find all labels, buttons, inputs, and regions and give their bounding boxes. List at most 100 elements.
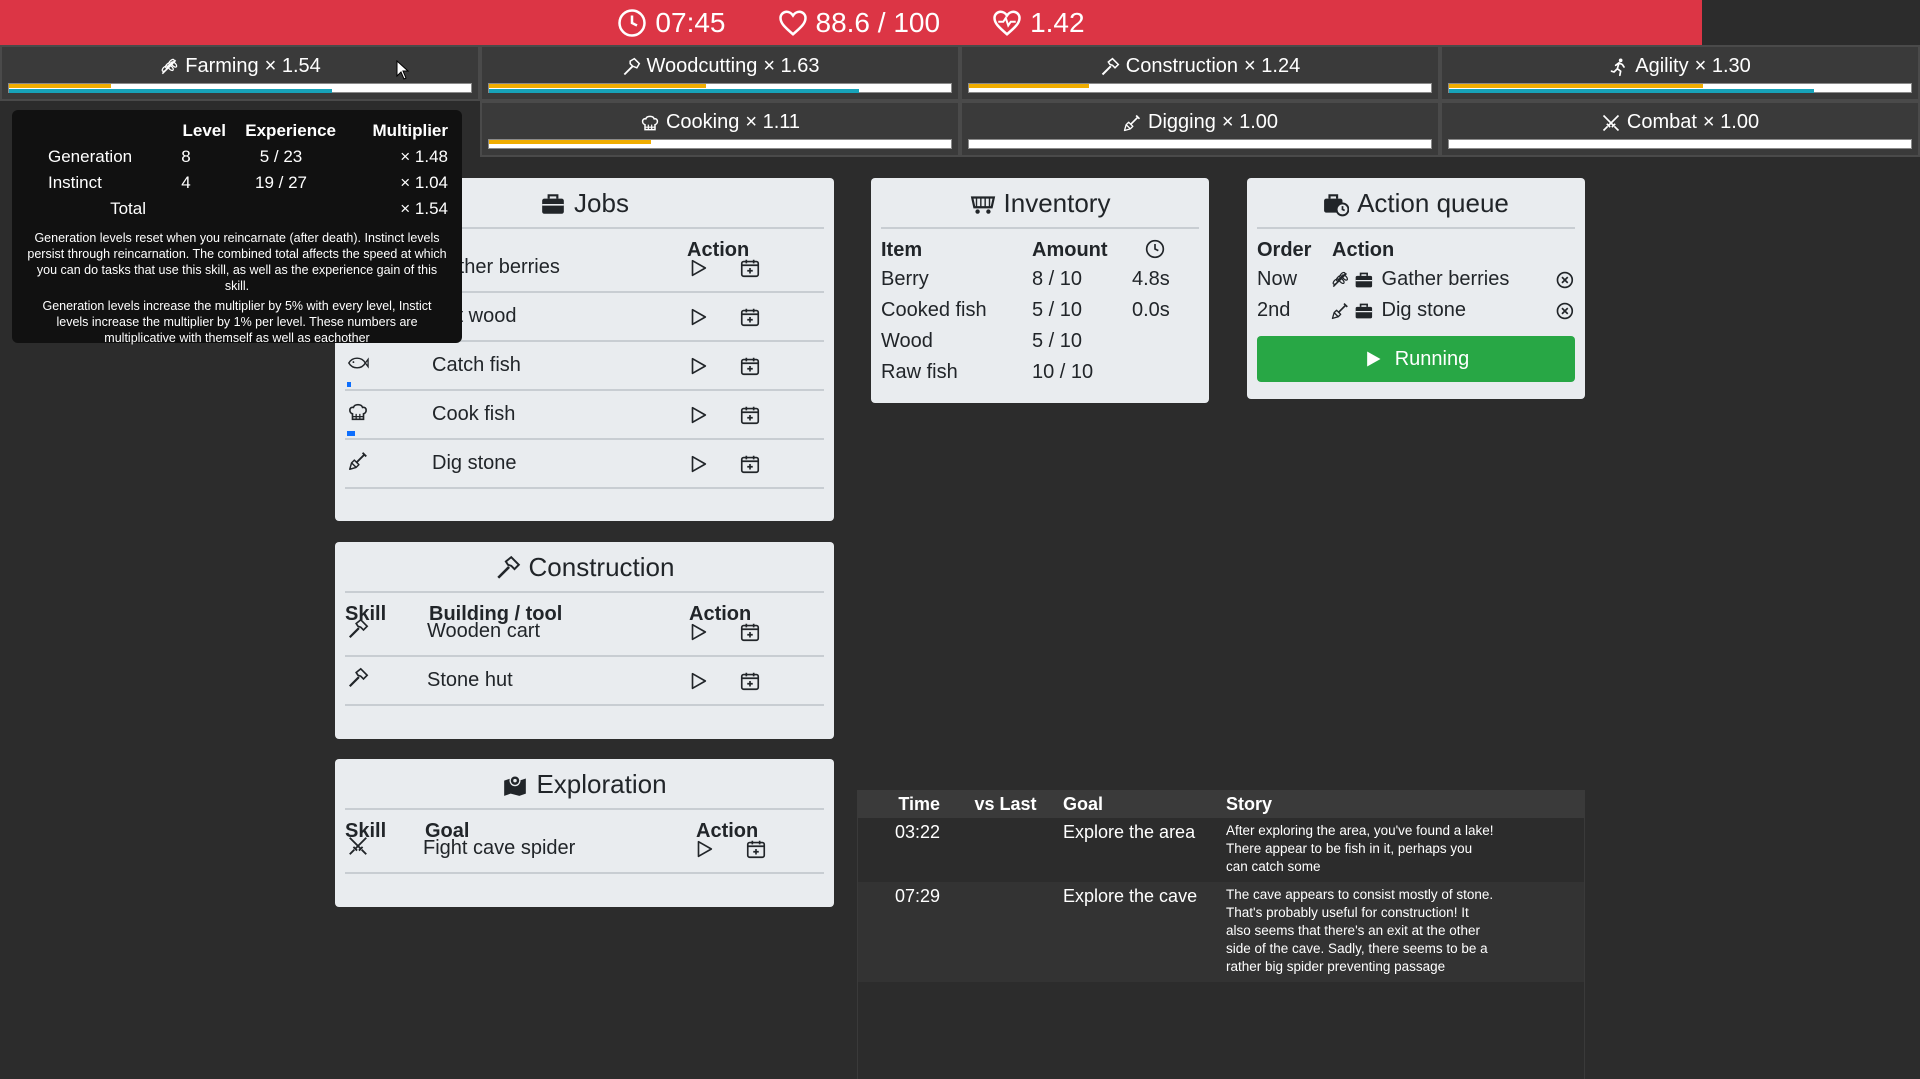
axe-icon [621, 57, 641, 77]
hammer-icon [495, 555, 521, 581]
briefcase-clock-icon [1323, 191, 1349, 217]
skill-progress [488, 83, 952, 93]
clock-icon [617, 8, 647, 38]
play-icon[interactable] [687, 621, 709, 643]
add-to-queue-icon[interactable] [739, 355, 761, 377]
story-text: The cave appears to consist mostly of st… [1226, 887, 1494, 974]
play-icon[interactable] [687, 306, 709, 328]
hammer-icon [347, 667, 369, 689]
job-progress-bar [347, 382, 351, 387]
play-icon[interactable] [687, 453, 709, 475]
clock-icon [1145, 239, 1165, 259]
skill-progress [8, 83, 472, 93]
add-to-queue-icon[interactable] [739, 670, 761, 692]
generation-progress-bar [489, 140, 651, 144]
skill-name: Woodcutting [646, 55, 758, 77]
inventory-row: Cooked fish 5 / 10 0.0s [881, 295, 1199, 326]
construction-title: Construction [345, 552, 824, 593]
tooltip-row-label: Total [110, 199, 146, 218]
play-icon[interactable] [687, 257, 709, 279]
time-stat: 07:45 [617, 7, 726, 39]
tooltip-header-level: Level [182, 121, 226, 140]
running-button[interactable]: Running [1257, 336, 1575, 382]
job-name: Catch fish [432, 354, 521, 376]
job-actions [687, 257, 761, 279]
skill-progress [1448, 83, 1912, 93]
play-icon[interactable] [693, 838, 715, 860]
skill-cooking[interactable]: Cooking × 1.11 [480, 101, 960, 157]
cart-icon [970, 191, 996, 217]
skill-combat[interactable]: Combat × 1.00 [1440, 101, 1920, 157]
inventory-row: Raw fish 10 / 10 [881, 357, 1199, 388]
inventory-panel: Inventory Item Amount Berry 8 / 10 4.8s C… [871, 178, 1209, 403]
add-to-queue-icon[interactable] [739, 257, 761, 279]
inventory-title: Inventory [881, 188, 1199, 229]
story-vs-last [960, 822, 1051, 882]
job-actions [687, 404, 761, 426]
remove-icon[interactable] [1555, 301, 1575, 321]
play-icon[interactable] [687, 355, 709, 377]
job-name: Dig stone [432, 452, 517, 474]
inventory-item: Berry [881, 268, 929, 290]
play-icon[interactable] [687, 670, 709, 692]
play-icon [1363, 349, 1383, 369]
add-to-queue-icon[interactable] [739, 453, 761, 475]
job-actions [687, 355, 761, 377]
exploration-panel: Exploration Skill Goal Action Fight cave… [335, 759, 834, 907]
tooltip-header-experience: Experience [245, 121, 336, 140]
job-name: Cook fish [432, 403, 516, 425]
skill-multiplier: × 1.54 [264, 55, 321, 77]
story-time: 03:22 [894, 822, 940, 842]
tooltip-row-level: 4 [181, 173, 191, 192]
skill-name: Digging [1148, 111, 1216, 133]
story-row: 07:29 Explore the cave The cave appears … [858, 882, 1584, 982]
skill-name: Construction [1125, 55, 1239, 77]
skill-woodcutting[interactable]: Woodcutting × 1.63 [480, 45, 960, 101]
tooltip-header-multiplier: Multiplier [372, 121, 448, 140]
tooltip-description-2: Generation levels increase the multiplie… [42, 299, 432, 345]
health-multiplier-stat: 1.42 [992, 7, 1085, 39]
mouse-cursor-icon [396, 60, 410, 80]
inventory-row: Berry 8 / 10 4.8s [881, 264, 1199, 295]
add-to-queue-icon[interactable] [739, 306, 761, 328]
add-to-queue-icon[interactable] [739, 621, 761, 643]
construction-row: Wooden cart [345, 608, 824, 657]
add-to-queue-icon[interactable] [745, 838, 767, 860]
inventory-amount: 5 / 10 [1032, 299, 1083, 321]
inventory-amount: 5 / 10 [1032, 330, 1083, 352]
remove-icon[interactable] [1555, 270, 1575, 290]
map-marker-icon [502, 772, 528, 798]
action-queue-panel: Action queue Order Action Now Gather ber… [1247, 178, 1585, 399]
heart-pulse-icon [992, 8, 1022, 38]
action-queue-title: Action queue [1257, 188, 1575, 229]
story-goal: Explore the area [1063, 822, 1196, 842]
tooltip-row-multiplier: × 1.48 [400, 147, 448, 166]
skill-progress [1448, 139, 1912, 149]
queue-action: Dig stone [1381, 299, 1467, 321]
construction-actions [687, 670, 761, 692]
skill-progress [968, 83, 1432, 93]
play-icon[interactable] [687, 404, 709, 426]
skill-digging[interactable]: Digging × 1.00 [960, 101, 1440, 157]
add-to-queue-icon[interactable] [739, 404, 761, 426]
tooltip-row-experience: 19 / 27 [255, 173, 307, 192]
queue-header: Order Action [1257, 239, 1395, 261]
skill-label: Combat × 1.00 [1442, 111, 1918, 134]
story-row: 03:22 Explore the area After exploring t… [858, 818, 1584, 882]
story-time: 07:29 [894, 886, 940, 906]
skill-name: Combat [1626, 111, 1697, 133]
skill-multiplier: × 1.63 [763, 55, 820, 77]
status-bar: 07:45 88.6 / 100 1.42 [0, 0, 1702, 45]
inventory-time: 4.8s [1132, 268, 1170, 290]
construction-row: Stone hut [345, 657, 824, 706]
queue-row: Now Gather berries [1257, 264, 1575, 295]
crossed-swords-icon [347, 835, 369, 857]
queue-action: Gather berries [1381, 268, 1510, 290]
skill-agility[interactable]: Agility × 1.30 [1440, 45, 1920, 101]
inventory-item: Cooked fish [881, 299, 987, 321]
generation-progress-bar [969, 84, 1090, 88]
skill-construction[interactable]: Construction × 1.24 [960, 45, 1440, 101]
crossed-swords-icon [1601, 113, 1621, 133]
heart-icon [778, 8, 808, 38]
story-log: Time vs Last Goal Story 03:22 Explore th… [857, 790, 1585, 1079]
